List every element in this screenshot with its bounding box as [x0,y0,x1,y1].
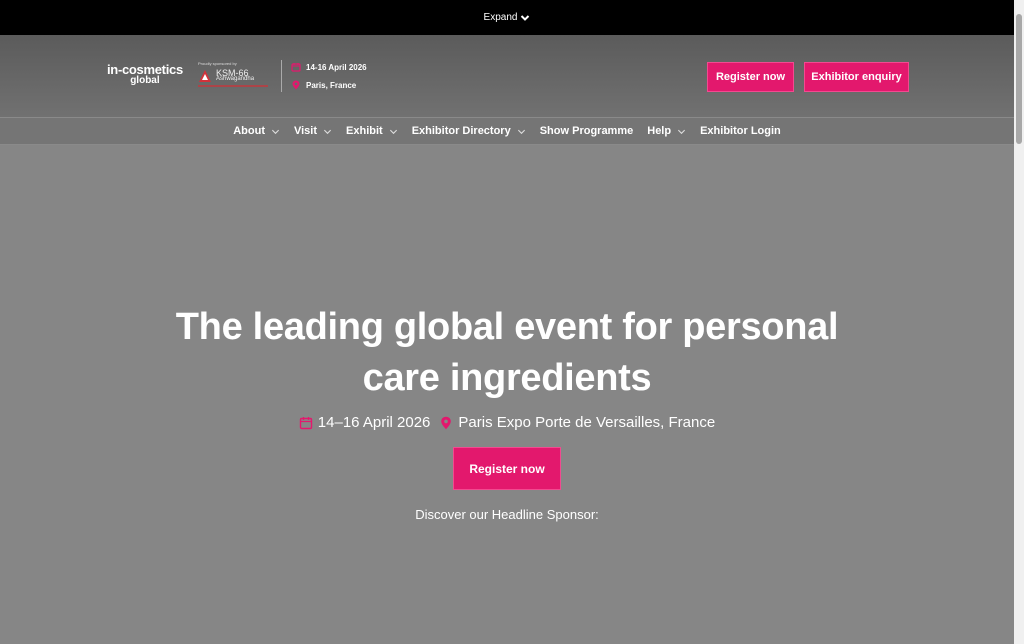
map-pin-icon [441,416,452,429]
header-date-text: 14-16 April 2026 [306,62,367,72]
hero-title-line1: The leading global event for personal [175,306,839,348]
nav-label: Exhibitor Directory [411,125,511,137]
header-location: Paris, France [291,80,356,90]
calendar-icon [299,416,312,429]
chevron-down-icon [323,129,332,134]
nav-label: Visit [293,125,318,137]
nav-label: Show Programme [539,125,634,137]
hero-section: The leading global event for personal ca… [0,145,1014,644]
nav-label: Help [647,125,672,137]
header-date: 14-16 April 2026 [291,62,367,72]
expand-toggle[interactable]: Expand [484,12,531,23]
register-now-button[interactable]: Register now [707,62,794,92]
hero-date-text: 14–16 April 2026 [317,414,431,431]
main-nav: About Visit Exhibit Exhibitor Directory … [0,117,1014,145]
hero-title: The leading global event for personal ca… [0,302,1014,404]
sponsor-tagline-bar [198,85,268,87]
sponsor-logo[interactable]: Proudly sponsored by KSM-66 Ashwagandha [198,61,273,95]
chevron-down-icon [517,129,525,134]
header-location-text: Paris, France [306,80,357,90]
site-header: in-cosmetics global Proudly sponsored by… [0,35,1014,117]
site-logo[interactable]: in-cosmetics global [107,62,183,86]
nav-item-visit[interactable]: Visit [294,125,332,137]
sponsor-mark-icon [199,70,211,82]
scrollbar-thumb[interactable] [1016,14,1022,144]
nav-label: Exhibitor Login [700,125,781,137]
hero-date: 14–16 April 2026 [299,414,431,431]
hero-event-meta: 14–16 April 2026 Paris Expo Porte de Ver… [0,414,1014,431]
top-expand-bar: Expand [0,0,1014,35]
calendar-icon [291,63,301,72]
hero-venue-text: Paris Expo Porte de Versailles, France [458,414,716,431]
hero-venue: Paris Expo Porte de Versailles, France [439,414,715,431]
expand-label: Expand [483,12,518,23]
nav-item-show-programme[interactable]: Show Programme [540,125,634,137]
nav-item-exhibit[interactable]: Exhibit [346,125,398,137]
map-pin-icon [292,80,300,90]
sponsor-subname: Ashwagandha [216,76,255,82]
header-divider [281,60,282,92]
hero-register-now-button[interactable]: Register now [453,447,561,490]
nav-label: Exhibit [346,125,383,137]
nav-item-about[interactable]: About [233,125,280,137]
exhibitor-enquiry-button[interactable]: Exhibitor enquiry [804,62,909,92]
nav-item-exhibitor-directory[interactable]: Exhibitor Directory [412,125,526,137]
nav-item-exhibitor-login[interactable]: Exhibitor Login [700,125,781,137]
logo-line1: in-cosmetics [107,62,183,77]
chevron-down-icon [389,129,397,134]
chevron-down-icon [678,129,686,134]
hero-title-line2: care ingredients [362,357,652,399]
chevron-down-icon [521,14,530,21]
nav-label: About [233,125,265,137]
headline-sponsor-text: Discover our Headline Sponsor: [415,507,599,522]
sponsor-caption: Proudly sponsored by [198,61,237,66]
nav-item-help[interactable]: Help [647,125,686,137]
chevron-down-icon [271,129,280,134]
page-scrollbar[interactable] [1014,0,1024,644]
